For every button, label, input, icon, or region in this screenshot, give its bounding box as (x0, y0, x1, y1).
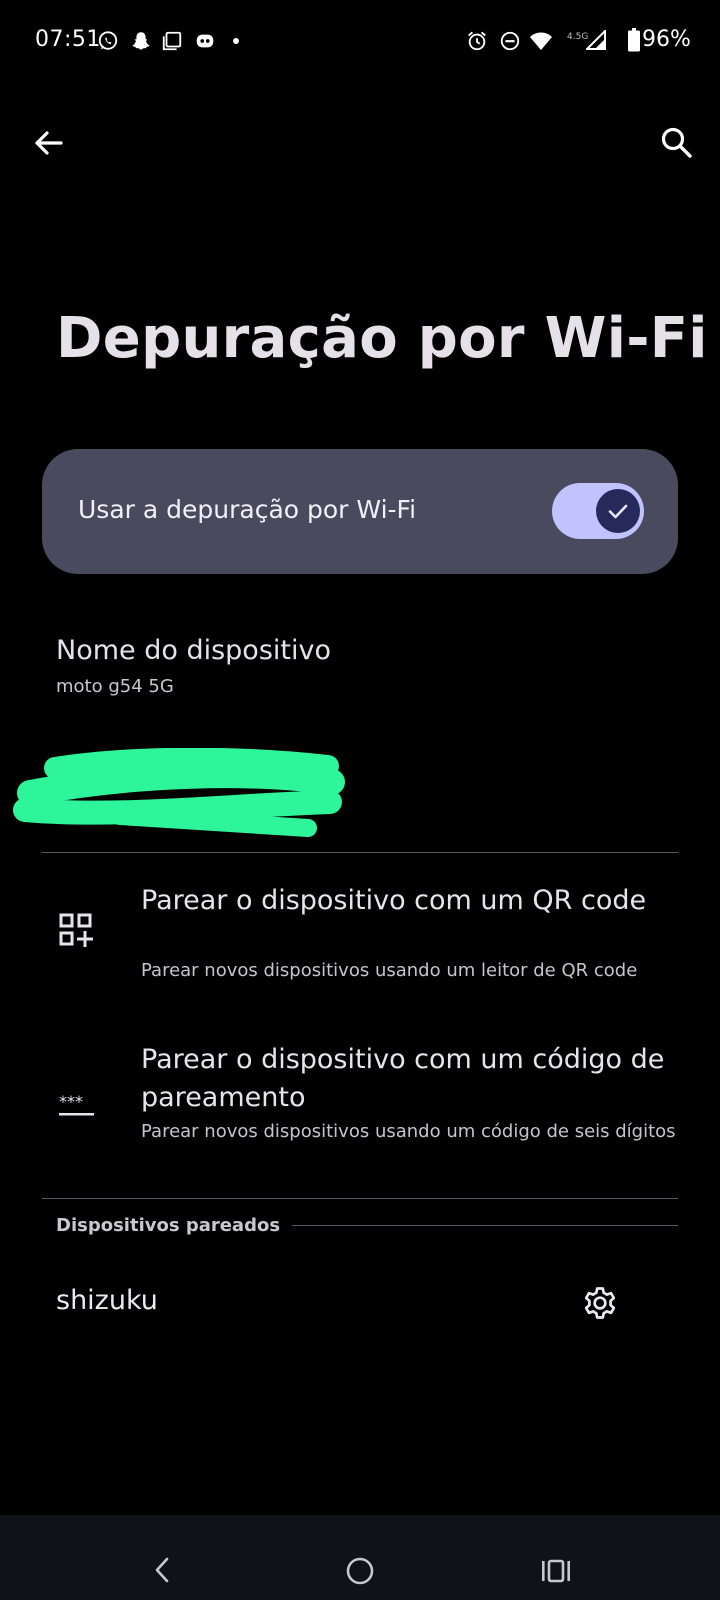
nav-back-icon[interactable] (148, 1555, 178, 1585)
switch-thumb (596, 489, 640, 533)
qr-code-add-icon (59, 913, 93, 947)
paired-device-name: shizuku (56, 1285, 158, 1316)
pair-qr-summary: Parear novos dispositivos usando um leit… (141, 960, 638, 981)
alarm-icon (468, 31, 486, 51)
wifi-debugging-toggle[interactable] (552, 483, 644, 539)
main-switch-bar[interactable]: Usar a depuração por Wi-Fi (42, 449, 678, 574)
wifi-icon (530, 32, 552, 50)
discord-icon (196, 34, 214, 48)
pair-code-summary: Parear novos dispositivos usando um códi… (141, 1121, 676, 1142)
status-time: 07:51 (35, 27, 101, 52)
page-title: Depuração por Wi-Fi (56, 306, 708, 371)
redaction-scribble (13, 748, 345, 837)
navigation-bar (0, 1515, 720, 1600)
snapchat-icon (132, 32, 150, 50)
battery-percent: 96% (642, 27, 691, 52)
nav-recents-icon[interactable] (540, 1556, 572, 1586)
svg-text:***: *** (59, 1093, 83, 1111)
main-switch-label: Usar a depuração por Wi-Fi (78, 495, 417, 524)
category-divider (292, 1225, 678, 1226)
password-dots-icon: *** (59, 1093, 94, 1116)
divider (42, 852, 678, 853)
pair-code-title: Parear o dispositivo com um código de pa… (141, 1044, 665, 1113)
pair-qr-title: Parear o dispositivo com um QR code (141, 885, 647, 916)
arrow-back-icon[interactable] (27, 121, 71, 165)
notification-dot-icon (233, 38, 239, 44)
paired-devices-category: Dispositivos pareados (56, 1215, 281, 1236)
device-name-summary: moto g54 5G (56, 676, 174, 697)
divider (42, 1198, 678, 1199)
do-not-disturb-icon (500, 31, 520, 51)
battery-icon (628, 28, 640, 52)
device-name-title: Nome do dispositivo (56, 635, 331, 666)
signal-icon (586, 30, 606, 50)
check-icon (608, 504, 628, 519)
search-icon[interactable] (655, 121, 699, 165)
nav-home-icon[interactable] (344, 1555, 376, 1587)
gear-icon[interactable] (580, 1283, 620, 1323)
screenshot-icon (162, 31, 182, 51)
device-name-preference[interactable]: Nome do dispositivo moto g54 5G (56, 635, 676, 705)
whatsapp-icon (98, 31, 118, 50)
